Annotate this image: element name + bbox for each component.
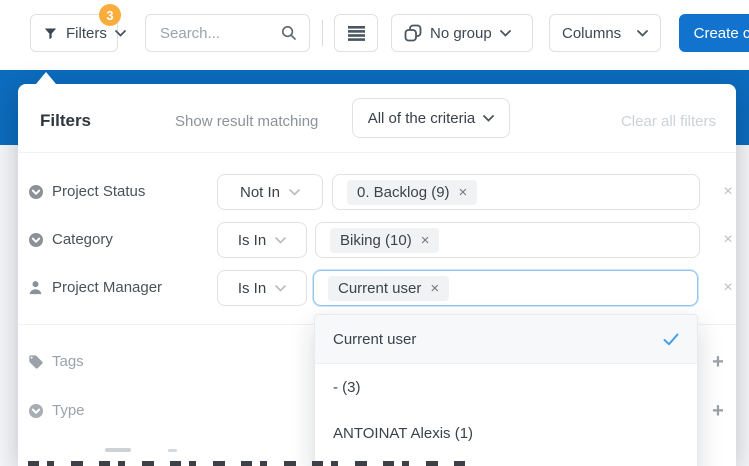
chevron-down-icon [499,29,511,37]
add-filter-icon[interactable]: + [708,395,728,427]
match-label: Show result matching [175,113,319,130]
search-box[interactable] [145,14,310,52]
operator-value: Is In [237,279,267,297]
filter-label: Type [52,402,85,419]
create-button-label: Create c [693,24,749,42]
create-button[interactable]: Create c [679,14,749,52]
screen: Filters 3 No group [0,0,749,466]
filter-label: Project Status [52,183,146,200]
filter-label: Tags [52,353,84,370]
value-chip-label: Current user [338,279,422,297]
filter-value-field[interactable]: 0. Backlog (9) × [332,174,700,210]
columns-button[interactable]: Columns [549,14,661,52]
filter-value-field-focused[interactable]: Current user × [313,270,698,306]
user-icon [28,280,44,296]
value-chip-label: 0. Backlog (9) [357,183,450,201]
filter-row-category: Category Is In Biking (10) × × [18,222,736,258]
filters-panel: Filters Show result matching All of the … [18,84,736,466]
chevron-down-icon [114,29,126,37]
add-filter-icon[interactable]: + [708,346,728,378]
cropped-caption-remnant [28,461,468,466]
status-icon [28,232,44,248]
chip-remove-icon[interactable]: × [459,185,468,200]
panel-caret [36,72,56,84]
criteria-select[interactable]: All of the criteria [352,98,510,138]
value-chip: 0. Backlog (9) × [347,179,478,205]
chevron-down-icon [275,284,286,292]
search-input[interactable] [158,23,268,43]
list-view-icon [347,25,365,41]
remove-filter-icon[interactable]: × [718,222,738,258]
filter-value-field[interactable]: Biking (10) × [315,222,700,258]
filter-row-project-manager: Project Manager Is In Current user × × [18,270,736,306]
panel-title: Filters [40,111,92,130]
check-icon [663,333,679,346]
dropdown-item-current-user[interactable]: Current user [315,315,697,363]
value-chip: Biking (10) × [330,227,440,253]
dropdown-item[interactable]: - (3) [315,364,697,410]
operator-select[interactable]: Not In [217,174,323,210]
search-icon [281,25,297,41]
filter-label: Category [52,231,113,248]
clear-all-filters-link[interactable]: Clear all filters [621,113,716,130]
tag-icon [28,354,44,370]
value-chip-label: Biking (10) [340,231,412,249]
chevron-down-icon [289,188,300,196]
dropdown-item-label: - (3) [333,378,361,396]
group-icon [404,24,422,42]
list-view-button[interactable] [334,14,378,52]
dropdown-item-label: ANTOINAT Alexis (1) [333,424,474,442]
operator-value: Is In [237,231,267,249]
remove-filter-icon[interactable]: × [718,270,738,306]
dropdown-item-label: Current user [333,330,417,348]
value-chip: Current user × [328,275,450,301]
status-icon [28,184,44,200]
columns-label: Columns [562,24,622,42]
operator-value: Not In [239,183,281,201]
dropdown-item[interactable]: ANTOINAT Alexis (1) [315,410,697,456]
filters-button-label: Filters [66,24,107,42]
chevron-down-icon [483,114,495,122]
filter-label: Project Manager [52,279,163,296]
cropped-row-remnant [168,449,177,452]
funnel-icon [43,26,58,41]
operator-select[interactable]: Is In [217,222,307,258]
filter-row-project-status: Project Status Not In 0. Backlog (9) × × [18,174,736,210]
toolbar-divider [322,20,323,46]
chip-remove-icon[interactable]: × [421,233,430,248]
group-by-button[interactable]: No group [391,14,533,52]
remove-filter-icon[interactable]: × [718,174,738,210]
group-by-label: No group [430,24,492,42]
chevron-down-icon [637,29,648,37]
status-icon [28,403,44,419]
operator-select[interactable]: Is In [217,270,307,306]
criteria-select-value: All of the criteria [367,109,476,127]
filters-count-badge: 3 [99,4,121,26]
value-dropdown: Current user - (3) ANTOINAT Alexis (1) [314,314,698,466]
chevron-down-icon [275,236,286,244]
cropped-row-remnant [105,448,131,452]
panel-divider [18,152,736,153]
chip-remove-icon[interactable]: × [430,281,439,296]
